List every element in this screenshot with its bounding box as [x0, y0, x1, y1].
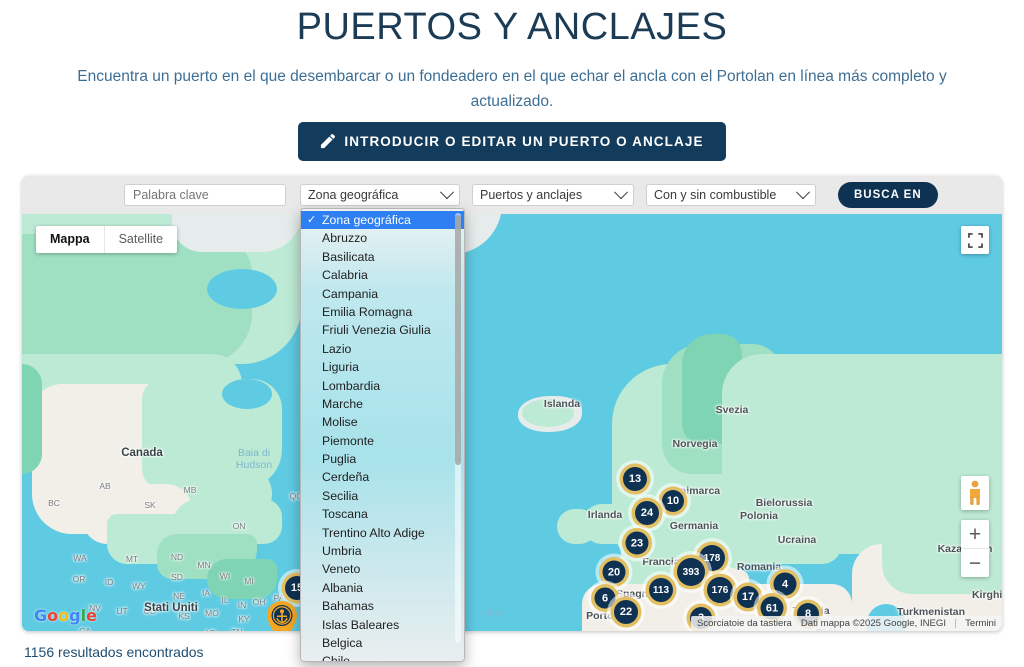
dropdown-option[interactable]: Liguria — [301, 358, 464, 376]
map-type-mappa[interactable]: Mappa — [36, 226, 104, 253]
dropdown-option[interactable]: Umbria — [301, 542, 464, 560]
map-panel: Zona geográfica Puertos y anclajes Con y… — [22, 176, 1002, 662]
chevron-down-icon — [795, 185, 811, 200]
dropdown-option[interactable]: Basilicata — [301, 248, 464, 266]
street-view-pegman-icon[interactable] — [961, 476, 989, 510]
map-type-satellite[interactable]: Satellite — [103, 226, 177, 253]
anchor-pin-marker[interactable] — [265, 600, 299, 631]
pencil-square-icon — [320, 134, 336, 149]
zona-geografica-dropdown-list[interactable]: Zona geográficaAbruzzoBasilicataCalabria… — [300, 208, 465, 662]
zona-geografica-select[interactable]: Zona geográfica — [300, 184, 460, 206]
map-cluster-marker[interactable]: 4 — [773, 572, 797, 596]
combustible-select-value: Con y sin combustible — [654, 188, 777, 202]
dropdown-option[interactable]: Emilia Romagna — [301, 303, 464, 321]
keyword-input[interactable] — [124, 184, 286, 206]
map-cluster-marker[interactable]: 393 — [677, 558, 705, 586]
map-data-text: Dati mappa ©2025 Google, INEGI — [800, 618, 947, 629]
attribution-divider — [955, 619, 957, 628]
map-zoom-controls[interactable]: + − — [961, 520, 989, 577]
add-or-edit-port-button[interactable]: INTRODUCIR O EDITAR UN PUERTO O ANCLAJE — [298, 122, 726, 161]
combustible-select[interactable]: Con y sin combustible — [646, 184, 816, 206]
cta-label: INTRODUCIR O EDITAR UN PUERTO O ANCLAJE — [344, 134, 704, 149]
dropdown-option[interactable]: Islas Baleares — [301, 616, 464, 634]
cta-container: INTRODUCIR O EDITAR UN PUERTO O ANCLAJE — [0, 122, 1024, 161]
dropdown-option[interactable]: Veneto — [301, 560, 464, 578]
map-attribution: Scorciatoie da tastiera Dati mappa ©2025… — [690, 616, 1002, 631]
fullscreen-icon[interactable] — [961, 226, 989, 254]
dropdown-option[interactable]: Cerdeña — [301, 468, 464, 486]
dropdown-option[interactable]: Marche — [301, 395, 464, 413]
dropdown-option[interactable]: Friuli Venezia Giulia — [301, 321, 464, 339]
dropdown-scrollbar-thumb[interactable] — [455, 215, 461, 465]
map-cluster-marker[interactable]: 176 — [707, 577, 733, 603]
map-cluster-marker[interactable]: 23 — [625, 531, 649, 555]
dropdown-option[interactable]: Bahamas — [301, 597, 464, 615]
page-subtitle: Encuentra un puerto en el que desembarca… — [77, 68, 947, 110]
zoom-out-button[interactable]: − — [961, 549, 989, 577]
dropdown-option[interactable]: Belgica — [301, 634, 464, 652]
map-cluster-marker[interactable]: 20 — [602, 560, 626, 584]
dropdown-option[interactable]: Toscana — [301, 505, 464, 523]
results-count: 1156 resultados encontrados — [24, 644, 204, 660]
chevron-down-icon — [613, 185, 629, 200]
tipo-select-value: Puertos y anclajes — [480, 188, 583, 202]
google-logo: Google — [34, 606, 97, 625]
keyboard-shortcuts-link[interactable]: Scorciatoie da tastiera — [697, 618, 792, 629]
dropdown-option[interactable]: Chile — [301, 652, 464, 661]
map-cluster-marker[interactable]: 6 — [594, 587, 616, 609]
chevron-down-icon — [439, 185, 455, 200]
map-cluster-marker[interactable]: 24 — [635, 501, 659, 525]
map-type-switch[interactable]: Mappa Satellite — [36, 226, 178, 253]
terms-link[interactable]: Termini — [965, 618, 996, 629]
dropdown-option[interactable]: Secilia — [301, 487, 464, 505]
dropdown-option[interactable]: Lombardia — [301, 377, 464, 395]
zona-select-value: Zona geográfica — [308, 188, 399, 202]
map-cluster-marker[interactable]: 10 — [662, 490, 684, 512]
dropdown-option[interactable]: Albania — [301, 579, 464, 597]
map-cluster-marker[interactable]: 22 — [614, 600, 638, 624]
zoom-in-button[interactable]: + — [961, 520, 989, 549]
dropdown-option[interactable]: Piemonte — [301, 432, 464, 450]
search-toolbar: Zona geográfica Puertos y anclajes Con y… — [22, 176, 1002, 214]
dropdown-option[interactable]: Zona geográfica — [301, 211, 464, 230]
google-map-canvas[interactable]: Canada Baia di Hudson BC AB SK MB ON QC WA OR ID MT W… — [22, 214, 1002, 631]
dropdown-option[interactable]: Abruzzo — [301, 229, 464, 247]
dropdown-option[interactable]: Molise — [301, 413, 464, 431]
map-cluster-marker[interactable]: 113 — [649, 578, 673, 602]
search-button[interactable]: BUSCA EN — [838, 182, 938, 208]
dropdown-option[interactable]: Lazio — [301, 340, 464, 358]
tipo-select[interactable]: Puertos y anclajes — [472, 184, 634, 206]
dropdown-option[interactable]: Trentino Alto Adige — [301, 524, 464, 542]
dropdown-option[interactable]: Calabria — [301, 266, 464, 284]
map-cluster-marker[interactable]: 17 — [737, 586, 759, 608]
dropdown-option[interactable]: Campania — [301, 285, 464, 303]
dropdown-option[interactable]: Puglia — [301, 450, 464, 468]
page-title: PUERTOS Y ANCLAJES — [296, 6, 728, 48]
map-cluster-marker[interactable]: 13 — [623, 467, 647, 491]
